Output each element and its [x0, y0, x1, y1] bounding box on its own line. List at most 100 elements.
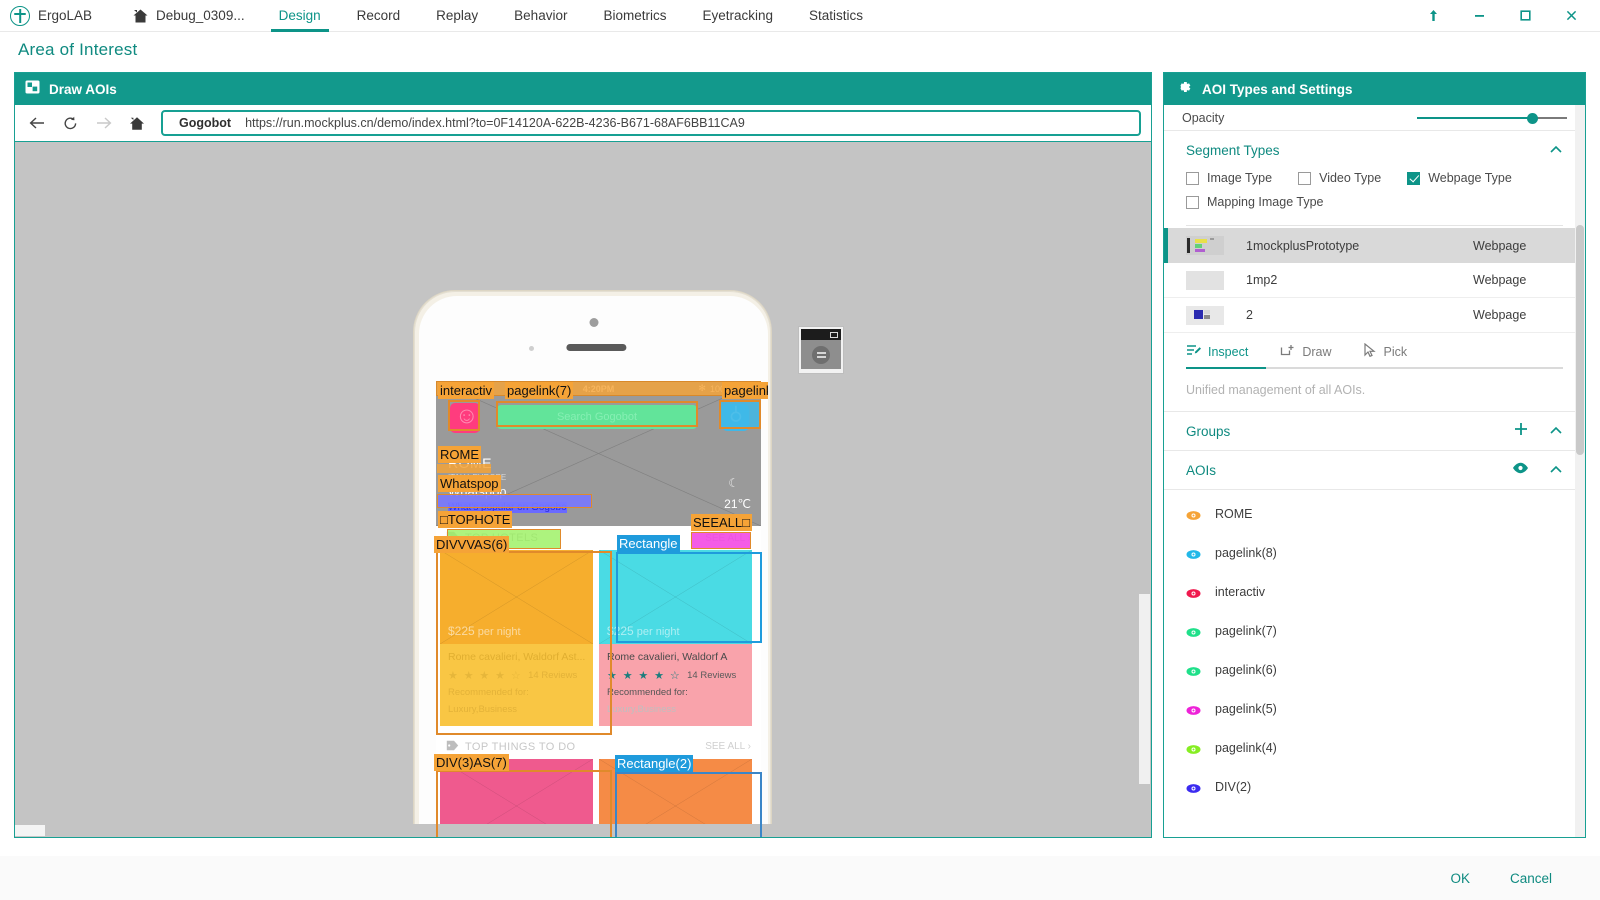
canvas-vscroll-thumb[interactable]	[1139, 594, 1150, 784]
aois-actions	[1512, 461, 1563, 479]
settings-scroll-thumb[interactable]	[1576, 225, 1584, 455]
aoi-list: ROME pagelink(8) interactiv pagelink(7) …	[1164, 490, 1585, 806]
canvas-hscroll-thumb[interactable]	[15, 825, 45, 836]
aoi-list-item-pagelink5[interactable]: pagelink(5)	[1164, 689, 1585, 728]
draw-icon	[1280, 344, 1295, 360]
reload-button[interactable]	[54, 108, 87, 138]
aoi-region-card1[interactable]	[436, 551, 612, 735]
eye-icon[interactable]	[1186, 742, 1201, 753]
menu-item-design[interactable]: Design	[261, 0, 339, 32]
aoi-list-item-pagelink7[interactable]: pagelink(7)	[1164, 611, 1585, 650]
url-bar[interactable]: Gogobot https://run.mockplus.cn/demo/ind…	[161, 110, 1141, 136]
aoi-list-item-pagelink8[interactable]: pagelink(8)	[1164, 533, 1585, 572]
hotel-rating: ★ ★ ★ ★ ☆ 14 Reviews	[607, 669, 744, 682]
tab-pick[interactable]: Pick	[1363, 343, 1417, 367]
menu-item-biometrics[interactable]: Biometrics	[585, 0, 684, 32]
eye-icon[interactable]	[1186, 664, 1201, 675]
segment-row-2[interactable]: 2 Webpage	[1164, 298, 1585, 333]
checkbox-video-type[interactable]: Video Type	[1298, 171, 1381, 185]
aoi-region-popular[interactable]	[437, 494, 592, 508]
aoi-region-card3[interactable]	[436, 770, 612, 837]
segment-row-1mp2[interactable]: 1mp2 Webpage	[1164, 263, 1585, 298]
checkbox-box[interactable]	[1407, 172, 1420, 185]
eye-icon[interactable]	[1186, 703, 1201, 714]
segment-types-title: Segment Types	[1186, 143, 1280, 158]
eye-icon[interactable]	[1186, 625, 1201, 636]
chevron-up-icon[interactable]	[1549, 143, 1563, 157]
segment-row-1mockplusprototype[interactable]: 1mockplusPrototype Webpage	[1164, 228, 1585, 263]
menu-item-replay[interactable]: Replay	[418, 0, 496, 32]
minimap-widget[interactable]	[798, 326, 844, 374]
cursor-icon	[1363, 343, 1376, 360]
segment-types-header[interactable]: Segment Types	[1164, 131, 1585, 169]
aoi-canvas[interactable]: •••○○ BELL 4:20PM ✻ 100% Search Gogobot	[15, 142, 1151, 837]
checkbox-box[interactable]	[1298, 172, 1311, 185]
ok-button[interactable]: OK	[1450, 871, 1470, 886]
add-group-button[interactable]	[1513, 421, 1529, 442]
menu-item-statistics[interactable]: Statistics	[791, 0, 881, 32]
aoi-list-item-pagelink6[interactable]: pagelink(6)	[1164, 650, 1585, 689]
url-input[interactable]: https://run.mockplus.cn/demo/index.html?…	[231, 116, 745, 130]
ergolab-logo-icon	[10, 6, 30, 26]
checkbox-webpage-type[interactable]: Webpage Type	[1407, 171, 1512, 185]
checkbox-mapping-image-type[interactable]: Mapping Image Type	[1186, 195, 1324, 209]
see-all-link[interactable]: SEE ALL ›	[705, 741, 751, 752]
aois-header[interactable]: AOIs	[1164, 451, 1585, 489]
segment-name: 1mockplusPrototype	[1246, 239, 1359, 253]
checkbox-label: Webpage Type	[1428, 171, 1512, 185]
checkbox-box[interactable]	[1186, 196, 1199, 209]
home-button[interactable]	[120, 108, 153, 138]
segment-thumbnail	[1186, 306, 1224, 325]
aoi-list-item-rome[interactable]: ROME	[1164, 494, 1585, 533]
section-tag: TOP THINGS TO DO	[446, 740, 576, 754]
opacity-slider[interactable]	[1417, 111, 1567, 125]
visibility-eye-icon[interactable]	[1512, 461, 1529, 479]
upload-icon[interactable]	[1410, 0, 1456, 32]
eye-icon[interactable]	[1186, 547, 1201, 558]
aoi-region-seeall[interactable]	[691, 532, 751, 549]
forward-button[interactable]	[87, 108, 120, 138]
aoi-list-item-pagelink4[interactable]: pagelink(4)	[1164, 728, 1585, 767]
segment-type: Webpage	[1473, 239, 1563, 253]
aoi-region-search[interactable]	[496, 401, 698, 427]
project-breadcrumb[interactable]: Debug_0309...	[132, 8, 245, 24]
checkbox-box[interactable]	[1186, 172, 1199, 185]
project-name: Debug_0309...	[156, 8, 245, 23]
aoi-region-card4-image[interactable]	[615, 772, 762, 837]
settings-scrollbar[interactable]	[1575, 105, 1585, 837]
aoi-region-city-sub[interactable]	[437, 464, 491, 473]
slider-fill	[1417, 117, 1534, 119]
site-label: Gogobot	[163, 116, 231, 130]
tab-inspect[interactable]: Inspect	[1186, 344, 1258, 367]
aoi-region-profile[interactable]	[448, 400, 480, 431]
slider-knob[interactable]	[1527, 113, 1538, 124]
aoi-list-item-div2[interactable]: DIV(2)	[1164, 767, 1585, 806]
tab-draw[interactable]: Draw	[1280, 344, 1341, 367]
groups-header[interactable]: Groups	[1164, 412, 1585, 450]
hotel-recommend-value: Luxury,Business	[607, 704, 744, 716]
back-button[interactable]	[21, 108, 54, 138]
aois-title: AOIs	[1186, 463, 1216, 478]
tag-icon	[446, 740, 459, 754]
chevron-up-icon[interactable]	[1549, 463, 1563, 477]
menu-item-eyetracking[interactable]: Eyetracking	[684, 0, 791, 32]
aoi-region-card2-image[interactable]	[616, 552, 762, 643]
cancel-button[interactable]: Cancel	[1510, 871, 1552, 886]
canvas-vertical-scrollbar[interactable]	[1138, 142, 1151, 824]
checkbox-image-type[interactable]: Image Type	[1186, 171, 1272, 185]
close-icon[interactable]	[1548, 0, 1594, 32]
chevron-up-icon[interactable]	[1549, 424, 1563, 438]
section-title: TOP THINGS TO DO	[465, 741, 576, 753]
eye-icon[interactable]	[1186, 508, 1201, 519]
aoi-list-item-interactiv[interactable]: interactiv	[1164, 572, 1585, 611]
aoi-region-pagelink8[interactable]	[719, 400, 761, 429]
settings-panel-body: Opacity Segment Types	[1164, 105, 1585, 837]
segment-type-row-2: Mapping Image Type	[1186, 195, 1563, 209]
menu-item-behavior[interactable]: Behavior	[496, 0, 585, 32]
eye-icon[interactable]	[1186, 586, 1201, 597]
minimize-icon[interactable]	[1456, 0, 1502, 32]
draw-aois-title: Draw AOIs	[49, 82, 117, 97]
maximize-icon[interactable]	[1502, 0, 1548, 32]
eye-icon[interactable]	[1186, 781, 1201, 792]
menu-item-record[interactable]: Record	[339, 0, 419, 32]
